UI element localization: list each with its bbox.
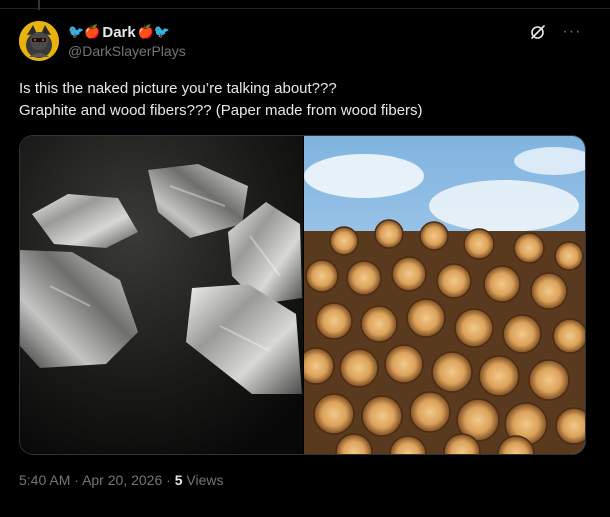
- author-name[interactable]: 🐦🍎 Dark 🍎🐦: [68, 23, 170, 41]
- views-label: Views: [186, 472, 224, 488]
- tweet-date[interactable]: Apr 20, 2026: [82, 472, 162, 488]
- meta-separator: ·: [166, 472, 171, 488]
- tweet-text-line-1: Is this the naked picture you’re talking…: [19, 80, 337, 97]
- avatar-image: [19, 21, 59, 61]
- tweet-meta: 5:40 AM · Apr 20, 2026 · 5 Views: [19, 472, 223, 488]
- graphite-image[interactable]: [20, 136, 303, 454]
- thread-connector-line: [38, 0, 40, 10]
- views-count: 5: [174, 472, 183, 488]
- name-prefix-glyphs: 🐦🍎: [68, 24, 101, 39]
- thread-frame: [0, 0, 610, 9]
- tweet-text-line-2: Graphite and wood fibers??? (Paper made …: [19, 102, 423, 119]
- avatar[interactable]: [19, 21, 59, 61]
- display-name: Dark: [102, 23, 136, 41]
- author-handle[interactable]: @DarkSlayerPlays: [68, 43, 186, 59]
- tweet-time[interactable]: 5:40 AM: [19, 472, 70, 488]
- tweet-media[interactable]: [19, 135, 586, 455]
- tweet-text: Is this the naked picture you’re talking…: [19, 78, 589, 122]
- name-suffix-glyphs: 🍎🐦: [137, 24, 171, 39]
- meta-separator: ·: [74, 472, 79, 488]
- more-icon[interactable]: ···: [562, 22, 582, 42]
- logs-image[interactable]: [303, 136, 585, 454]
- grok-icon[interactable]: [528, 22, 548, 42]
- tweet-header-actions: ···: [528, 22, 582, 42]
